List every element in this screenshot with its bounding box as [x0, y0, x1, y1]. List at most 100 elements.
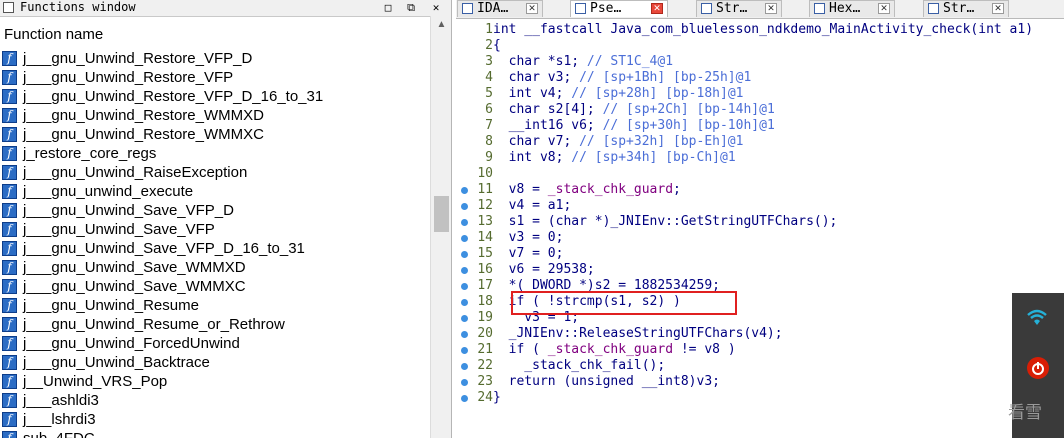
code-line[interactable]: 13 s1 = (char *)_JNIEnv::GetStringUTFCha… — [456, 214, 837, 230]
code-line[interactable]: 10 — [456, 166, 493, 182]
tab-label: Pse… — [590, 1, 622, 16]
breakpoint-dot-icon[interactable] — [461, 203, 468, 210]
code-line[interactable]: 20 _JNIEnv::ReleaseStringUTFChars(v4); — [456, 326, 782, 342]
function-name: j___gnu_Unwind_Save_VFP_D — [23, 202, 234, 219]
code-line[interactable]: 16 v6 = 29538; — [456, 262, 594, 278]
breakpoint-dot-icon[interactable] — [461, 283, 468, 290]
function-list-item[interactable]: f j___gnu_Unwind_Restore_WMMXD — [0, 107, 430, 126]
code-line[interactable]: 7 __int16 v6; // [sp+30h] [bp-10h]@1 — [456, 118, 775, 134]
function-name: j___gnu_Unwind_Save_WMMXD — [23, 259, 246, 276]
highlight-box — [511, 291, 737, 315]
code-text: char s2[4]; // [sp+2Ch] [bp-14h]@1 — [493, 102, 775, 117]
close-icon[interactable]: ✕ — [428, 0, 444, 16]
function-icon: f — [2, 203, 17, 218]
function-icon: f — [2, 374, 17, 389]
code-text: int v8; // [sp+34h] [bp-Ch]@1 — [493, 150, 736, 165]
breakpoint-dot-icon[interactable] — [461, 395, 468, 402]
tab-strings[interactable]: Str… ✕ — [696, 0, 782, 17]
function-list-item[interactable]: f j___gnu_Unwind_Save_WMMXC — [0, 278, 430, 297]
tab-pseudocode[interactable]: Pse… ✕ — [570, 0, 668, 17]
function-list-item[interactable]: f j___gnu_Unwind_Restore_VFP_D_16_to_31 — [0, 88, 430, 107]
code-line[interactable]: 11 v8 = _stack_chk_guard; — [456, 182, 681, 198]
code-line[interactable]: 21 if ( _stack_chk_guard != v8 ) — [456, 342, 735, 358]
breakpoint-dot-icon[interactable] — [461, 347, 468, 354]
code-line[interactable]: 22 _stack_chk_fail(); — [456, 358, 665, 374]
breakpoint-dot-icon[interactable] — [461, 267, 468, 274]
tab-close-icon[interactable]: ✕ — [526, 3, 538, 14]
function-list-item[interactable]: f j___gnu_Unwind_Restore_VFP — [0, 69, 430, 88]
function-list-item[interactable]: f j___gnu_Unwind_ForcedUnwind — [0, 335, 430, 354]
function-list-item[interactable]: f j___gnu_Unwind_Resume_or_Rethrow — [0, 316, 430, 335]
function-list-item[interactable]: f j___gnu_Unwind_RaiseException — [0, 164, 430, 183]
tab-close-icon[interactable]: ✕ — [878, 3, 890, 14]
function-list-item[interactable]: f j___gnu_Unwind_Backtrace — [0, 354, 430, 373]
breakpoint-dot-icon[interactable] — [461, 331, 468, 338]
function-list-item[interactable]: f j___gnu_Unwind_Save_VFP_D — [0, 202, 430, 221]
function-list-item[interactable]: f j___gnu_Unwind_Save_VFP — [0, 221, 430, 240]
code-line[interactable]: 6 char s2[4]; // [sp+2Ch] [bp-14h]@1 — [456, 102, 775, 118]
tab-close-icon[interactable]: ✕ — [651, 3, 663, 14]
function-list-item[interactable]: f j__Unwind_VRS_Pop — [0, 373, 430, 392]
code-line[interactable]: 23 return (unsigned __int8)v3; — [456, 374, 720, 390]
column-header-function-name[interactable]: Function name — [4, 26, 103, 43]
netease-music-icon[interactable] — [1027, 357, 1049, 379]
breakpoint-dot-icon[interactable] — [461, 379, 468, 386]
function-list-item[interactable]: f j___gnu_Unwind_Save_WMMXD — [0, 259, 430, 278]
tab-structures[interactable]: Str… ✕ — [923, 0, 1009, 17]
function-name: j___gnu_Unwind_Restore_VFP — [23, 69, 234, 86]
function-icon: f — [2, 393, 17, 408]
function-list-item[interactable]: f j___gnu_Unwind_Resume — [0, 297, 430, 316]
breakpoint-dot-icon[interactable] — [461, 235, 468, 242]
function-list-item[interactable]: f j___gnu_Unwind_Restore_WMMXC — [0, 126, 430, 145]
breakpoint-dot-icon[interactable] — [461, 251, 468, 258]
breakpoint-dot-icon[interactable] — [461, 363, 468, 370]
scroll-up-icon[interactable]: ▲ — [431, 19, 451, 30]
restore-icon[interactable]: □ — [380, 0, 396, 16]
breakpoint-dot-icon[interactable] — [461, 299, 468, 306]
pseudocode-view[interactable]: 1int __fastcall Java_com_bluelesson_ndkd… — [456, 20, 1064, 438]
function-icon: f — [2, 412, 17, 427]
function-name: j___gnu_Unwind_Restore_VFP_D_16_to_31 — [23, 88, 324, 105]
code-text: v8 = _stack_chk_guard; — [493, 182, 681, 197]
function-list-item[interactable]: f j___gnu_Unwind_Restore_VFP_D — [0, 50, 430, 69]
function-icon: f — [2, 184, 17, 199]
code-text: { — [493, 38, 501, 53]
tab-ida-view[interactable]: IDA… ✕ — [457, 0, 543, 17]
functions-scrollbar[interactable]: ▲ — [430, 16, 451, 438]
function-icon: f — [2, 127, 17, 142]
code-line[interactable]: 14 v3 = 0; — [456, 230, 563, 246]
view-tab-bar: IDA… ✕ Pse… ✕ Str… ✕ Hex… ✕ Str… ✕ — [456, 0, 1064, 19]
scrollbar-thumb[interactable] — [434, 196, 449, 232]
breakpoint-dot-icon[interactable] — [461, 315, 468, 322]
function-list-item[interactable]: f j___lshrdi3 — [0, 411, 430, 430]
function-list-item[interactable]: f sub_4FDC — [0, 430, 430, 438]
code-line[interactable]: 1int __fastcall Java_com_bluelesson_ndkd… — [456, 22, 1033, 38]
wifi-icon[interactable] — [1026, 307, 1048, 329]
code-text: return (unsigned __int8)v3; — [493, 374, 720, 389]
code-line[interactable]: 5 int v4; // [sp+28h] [bp-18h]@1 — [456, 86, 743, 102]
tab-label: Str… — [943, 1, 975, 16]
code-line[interactable]: 3 char *s1; // ST1C_4@1 — [456, 54, 673, 70]
code-line[interactable]: 2{ — [456, 38, 501, 54]
breakpoint-dot-icon[interactable] — [461, 219, 468, 226]
code-text: v3 = 0; — [493, 230, 564, 245]
code-line[interactable]: 8 char v7; // [sp+32h] [bp-Eh]@1 — [456, 134, 743, 150]
function-name: j___gnu_Unwind_Restore_VFP_D — [23, 50, 253, 67]
function-name: j___gnu_Unwind_Save_WMMXC — [23, 278, 246, 295]
tab-hex-view[interactable]: Hex… ✕ — [809, 0, 895, 17]
function-list-item[interactable]: f j___gnu_Unwind_Save_VFP_D_16_to_31 — [0, 240, 430, 259]
tab-close-icon[interactable]: ✕ — [765, 3, 777, 14]
code-line[interactable]: 4 char v3; // [sp+1Bh] [bp-25h]@1 — [456, 70, 751, 86]
tab-close-icon[interactable]: ✕ — [992, 3, 1004, 14]
function-list-item[interactable]: f j_restore_core_regs — [0, 145, 430, 164]
float-icon[interactable]: ⧉ — [403, 0, 419, 16]
pseudocode-icon — [575, 3, 586, 14]
code-line[interactable]: 12 v4 = a1; — [456, 198, 571, 214]
function-list-item[interactable]: f j___gnu_unwind_execute — [0, 183, 430, 202]
breakpoint-dot-icon[interactable] — [461, 187, 468, 194]
function-name: j__Unwind_VRS_Pop — [23, 373, 168, 390]
code-line[interactable]: 15 v7 = 0; — [456, 246, 563, 262]
function-list-item[interactable]: f j___ashldi3 — [0, 392, 430, 411]
line-number: 1 — [485, 22, 493, 37]
code-line[interactable]: 9 int v8; // [sp+34h] [bp-Ch]@1 — [456, 150, 736, 166]
